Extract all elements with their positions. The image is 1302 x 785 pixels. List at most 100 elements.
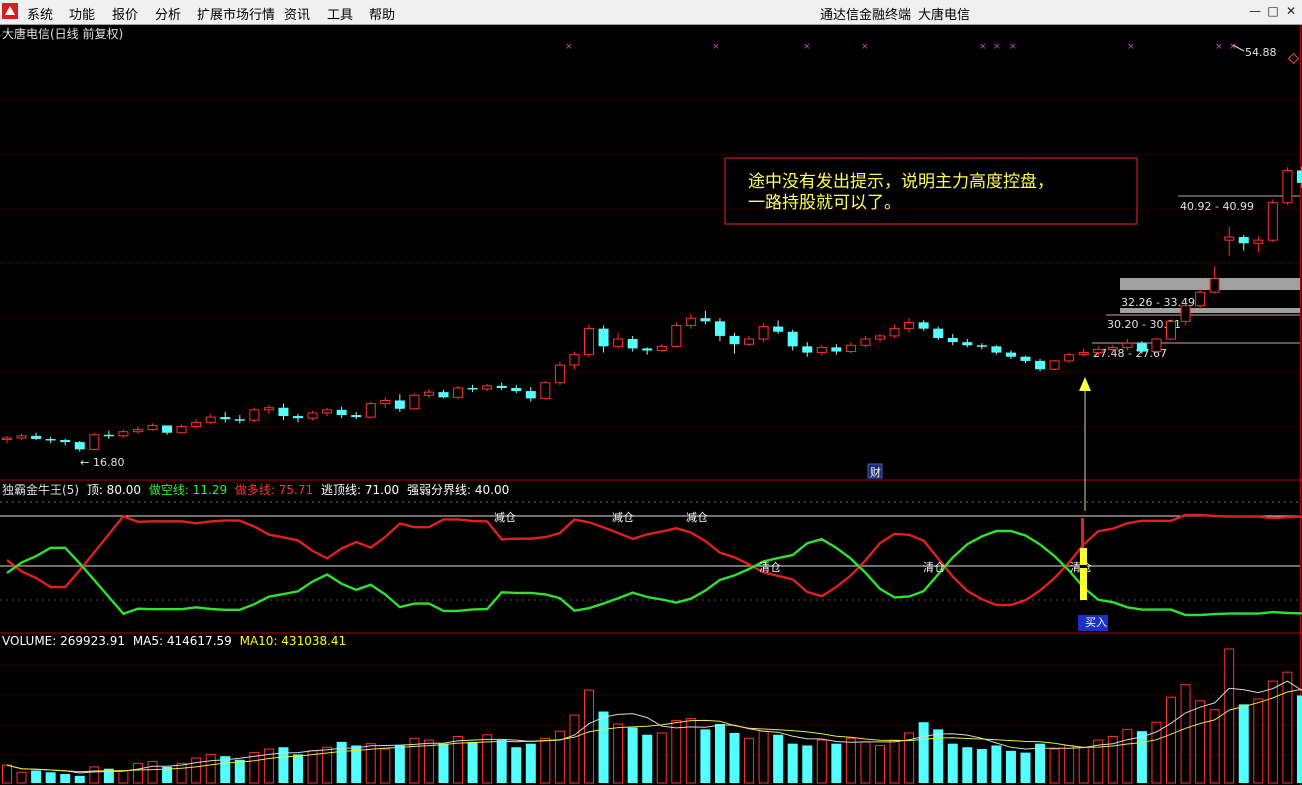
candle-body-up [1122, 342, 1133, 348]
candle-body-up [744, 338, 755, 345]
volume-bar-up [307, 750, 318, 784]
volume-bar-up [118, 769, 129, 784]
signal-marker: × [979, 42, 987, 52]
volume-bar-down [627, 727, 638, 783]
candle-body-up [1224, 236, 1235, 241]
volume-bar-down [773, 734, 784, 783]
candle-body-up [860, 338, 871, 346]
candle-body-up [365, 403, 376, 418]
candle-body-down [511, 387, 522, 392]
menu-tools[interactable]: 工具 [327, 4, 353, 23]
candle-body-up [1180, 305, 1191, 322]
candle-body-up [1093, 348, 1104, 354]
volume-bar-down [962, 747, 973, 783]
annotation-line-2: 一路持股就可以了。 [748, 193, 901, 213]
volume-bar-down [918, 722, 929, 783]
volume-bar-up [1064, 744, 1075, 784]
candle-body-down [1238, 237, 1249, 244]
stock-title: 大唐电信 [918, 8, 971, 23]
menu-help[interactable]: 帮助 [369, 4, 395, 23]
buy-signal-bar [1081, 518, 1084, 548]
candle-body-up [322, 409, 333, 414]
volume-bar-up [1224, 648, 1235, 784]
indicator-escape-line: 逃顶线: 71.00 [321, 483, 399, 497]
candle-body-down [947, 338, 958, 343]
candle-body-down [700, 318, 711, 322]
app-title: 通达信金融终端 [820, 8, 912, 23]
chart-canvas[interactable]: 大唐电信(日线 前复权) × × × × × × × × × × 27.48 - 27.67 30… [0, 25, 1302, 785]
volume-bar-up [584, 689, 594, 784]
candle-body-up [1064, 354, 1075, 362]
indicator-name: 独霸金牛王(5) [2, 482, 79, 497]
volume-bar-up [89, 766, 100, 784]
minimize-icon[interactable]: — [1248, 3, 1262, 19]
candle-body-up [205, 416, 216, 423]
candle-body-up [409, 394, 420, 410]
indicator-long-line: 做多线: 75.71 [235, 482, 313, 497]
candle-body-up [904, 321, 915, 330]
candle-body-down [773, 326, 784, 332]
volume-bar-down [729, 732, 740, 783]
volume-bar-up [1049, 748, 1060, 784]
candle-body-up [118, 431, 129, 437]
signal-clear-label: 清仓 [759, 560, 781, 574]
candle-body-down [962, 342, 973, 346]
volume-bar-up [423, 739, 434, 784]
volume-bar-down [1035, 743, 1046, 783]
close-icon[interactable]: ✕ [1284, 3, 1298, 19]
volume-bar-up [613, 723, 624, 784]
volume-bar-down [293, 754, 303, 783]
volume-bar-up [132, 762, 143, 784]
menu-analysis[interactable]: 分析 [155, 4, 181, 23]
menu-function[interactable]: 功能 [69, 4, 95, 23]
candle-body-up [685, 317, 696, 327]
candle-body-up [263, 407, 274, 411]
volume-bar-up [744, 737, 755, 784]
candle-body-up [656, 345, 667, 351]
volume-bar-down [1020, 752, 1031, 783]
candle-body-down [627, 339, 638, 349]
candle-body-down [787, 331, 798, 347]
volume-ma10: MA10: 431038.41 [240, 634, 347, 648]
signal-marker: × [861, 42, 869, 52]
signal-marker: × [803, 42, 811, 52]
candle-body-up [453, 387, 464, 398]
volume-bar-up [1122, 728, 1133, 784]
volume-bar-up [2, 764, 12, 784]
candle-body-up [1282, 169, 1293, 204]
candle-body-up [1209, 278, 1220, 293]
candle-body-up [132, 429, 143, 433]
candle-body-down [1136, 343, 1147, 352]
volume-bar-up [540, 737, 551, 784]
menu-extended-market[interactable]: 扩展市场行情 [197, 4, 275, 23]
candle-body-down [598, 328, 609, 347]
buy-signal-bar [1080, 548, 1087, 600]
candle-body-down [278, 407, 289, 417]
volume-bar-down [394, 745, 405, 783]
candle-body-up [191, 421, 202, 427]
volume-bar-up [1166, 696, 1176, 784]
volume-bar-down [60, 774, 71, 783]
volume-bar-up [16, 771, 27, 784]
candle-body-up [758, 326, 769, 340]
short-line-series [6, 529, 1302, 617]
annotation-line-1: 途中没有发出提示，说明主力高度控盘， [748, 172, 1054, 192]
volume-bar-up [845, 737, 856, 784]
indicator-legend: 独霸金牛王(5) 顶: 80.00 做空线: 11.29 做多线: 75.71 … [2, 482, 509, 497]
volume-bar-up [685, 718, 696, 784]
low-price-label: 16.80 [93, 456, 125, 469]
candle-body-up [89, 434, 100, 450]
candle-body-down [831, 347, 842, 352]
diamond-icon [1287, 52, 1300, 65]
menu-system[interactable]: 系统 [27, 4, 53, 23]
low-marker-arrow: ← [80, 456, 89, 469]
volume-bar-up [671, 719, 682, 784]
menu-quote[interactable]: 报价 [112, 4, 138, 23]
maximize-icon[interactable]: □ [1266, 3, 1280, 19]
candle-body-up [554, 364, 565, 384]
volume-bar-up [147, 761, 158, 784]
menu-news[interactable]: 资讯 [284, 4, 310, 23]
volume-bar-down [1238, 704, 1249, 783]
candle-body-down [394, 400, 405, 409]
signal-clear-label: 清仓 [923, 560, 945, 574]
